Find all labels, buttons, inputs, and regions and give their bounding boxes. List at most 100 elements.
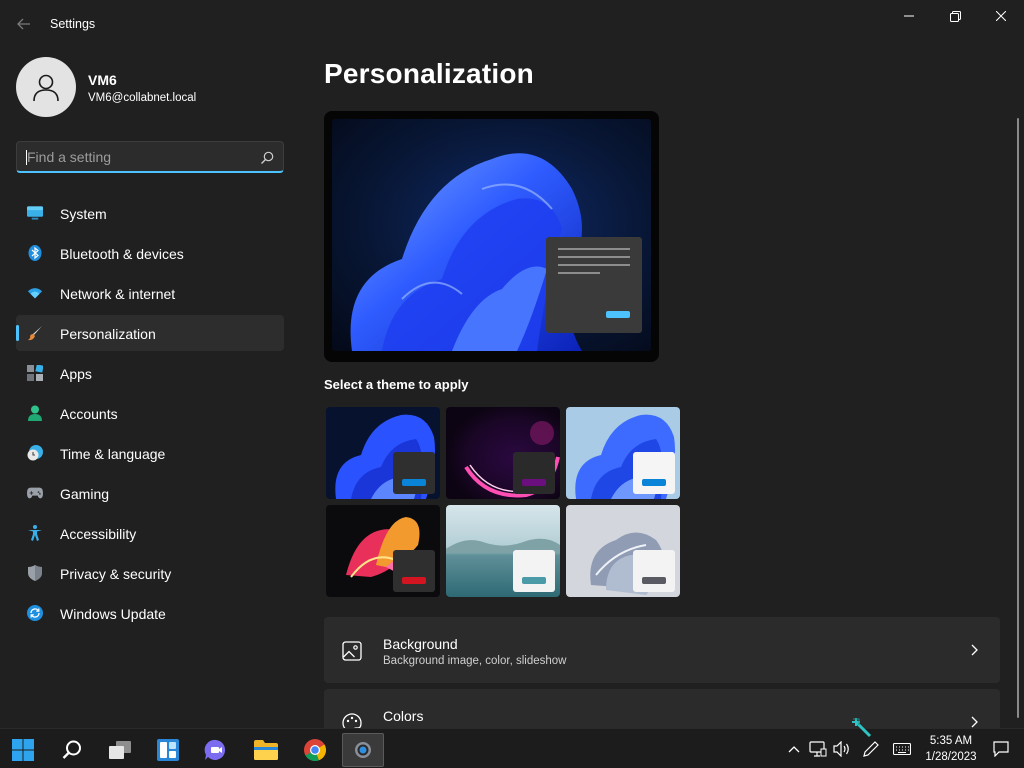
sidebar-item-label: Bluetooth & devices [60,246,184,262]
theme-sunrise[interactable] [446,505,560,597]
sidebar-item-gaming[interactable]: Gaming [16,475,284,511]
sidebar-item-label: Windows Update [60,606,166,622]
sidebar-item-label: Gaming [60,486,110,502]
scrollbar[interactable] [1017,118,1019,718]
apps-icon [27,365,43,381]
start-icon [12,739,34,761]
chevron-right-icon [971,716,978,728]
clock-date: 1/28/2023 [925,751,977,763]
sidebar-item-time-language[interactable]: Time & language [16,435,284,471]
chevron-right-icon [971,644,978,656]
card-title: Colors [383,708,424,724]
notification-icon[interactable] [992,740,1010,758]
avatar[interactable] [16,57,76,117]
sidebar-item-label: Privacy & security [60,566,172,582]
theme-windows-light[interactable] [566,407,680,499]
pen-icon[interactable] [862,740,880,758]
restore-icon [949,10,961,22]
chrome-icon [304,739,326,761]
search-box[interactable] [16,141,284,173]
sidebar-item-network[interactable]: Network & internet [16,275,284,311]
minimize-button[interactable] [886,0,932,32]
sidebar-item-personalization[interactable]: Personalization [16,315,284,351]
sidebar-item-windows-update[interactable]: Windows Update [16,595,284,631]
wifi-icon [27,285,43,301]
title-bar: Settings [0,0,1024,48]
settings-icon [355,742,371,758]
page-title: Personalization [324,58,534,89]
theme-glow[interactable] [446,407,560,499]
themes-heading: Select a theme to apply [324,377,469,392]
search-icon[interactable] [259,150,275,166]
back-button[interactable] [12,12,36,36]
accessibility-icon [27,525,43,541]
restore-button[interactable] [932,0,978,32]
monitor-icon [27,205,43,221]
person-icon [33,74,59,102]
close-icon [996,11,1006,21]
bluetooth-icon [27,245,43,261]
sidebar-item-label: Network & internet [60,286,176,302]
chrome-button[interactable] [294,733,336,767]
mouse-cursor-icon [852,718,872,738]
app-title: Settings [50,17,96,31]
sidebar-item-label: System [60,206,107,222]
sidebar-item-bluetooth[interactable]: Bluetooth & devices [16,235,284,271]
user-email: VM6@collabnet.local [88,92,197,104]
sidebar-item-accounts[interactable]: Accounts [16,395,284,431]
theme-window-sample [513,452,555,494]
theme-windows-dark[interactable] [326,407,440,499]
file-explorer-button[interactable] [245,733,287,767]
file-explorer-icon [254,740,278,760]
theme-accent-swatch [642,479,666,486]
network-icon[interactable] [809,740,827,758]
search-input[interactable] [27,142,252,171]
theme-accent-swatch [522,479,546,486]
settings-taskbar-button[interactable] [342,733,384,767]
background-card[interactable]: Background Background image, color, slid… [324,617,1000,683]
settings-window: Settings VM6 VM6@collabnet.local System … [0,0,1024,728]
theme-flow[interactable] [566,505,680,597]
shield-icon [27,565,43,581]
sidebar-item-label: Apps [60,366,92,382]
gamepad-icon [27,485,43,501]
chat-icon [204,739,226,760]
start-button[interactable] [2,733,44,767]
theme-preview [324,111,659,362]
chevron-up-icon[interactable] [785,740,803,758]
taskbar-search-button[interactable] [51,733,93,767]
theme-captured-motion[interactable] [326,505,440,597]
sidebar-item-system[interactable]: System [16,195,284,231]
sidebar-item-label: Time & language [60,446,166,462]
task-view-button[interactable] [99,733,141,767]
update-icon [27,605,43,621]
sidebar-nav: System Bluetooth & devices Network & int… [16,195,284,635]
sidebar-item-privacy[interactable]: Privacy & security [16,555,284,591]
theme-window-sample [393,550,435,592]
palette-icon [342,713,362,728]
close-button[interactable] [978,0,1024,32]
sidebar-item-apps[interactable]: Apps [16,355,284,391]
theme-window-sample [393,452,435,494]
card-subtitle: Background image, color, slideshow [383,655,567,667]
volume-icon[interactable] [833,740,851,758]
sidebar-item-accessibility[interactable]: Accessibility [16,515,284,551]
theme-grid [324,405,680,597]
widgets-icon [157,739,179,761]
clock-time: 5:35 AM [929,735,973,747]
search-icon [62,740,81,759]
minimize-icon [904,15,914,17]
chat-button[interactable] [195,733,237,767]
keyboard-icon[interactable] [893,740,911,758]
theme-accent-swatch [522,577,546,584]
brush-icon [27,325,43,341]
colors-card[interactable]: Colors [324,689,1000,728]
taskbar-clock[interactable]: 5:35 AM 1/28/2023 [918,733,984,765]
card-title: Background [383,636,458,652]
theme-accent-swatch [402,479,426,486]
clock-globe-icon [27,445,43,461]
image-icon [342,641,362,661]
widgets-button[interactable] [147,733,189,767]
user-name: VM6 [88,72,117,88]
preview-wallpaper [332,119,651,351]
